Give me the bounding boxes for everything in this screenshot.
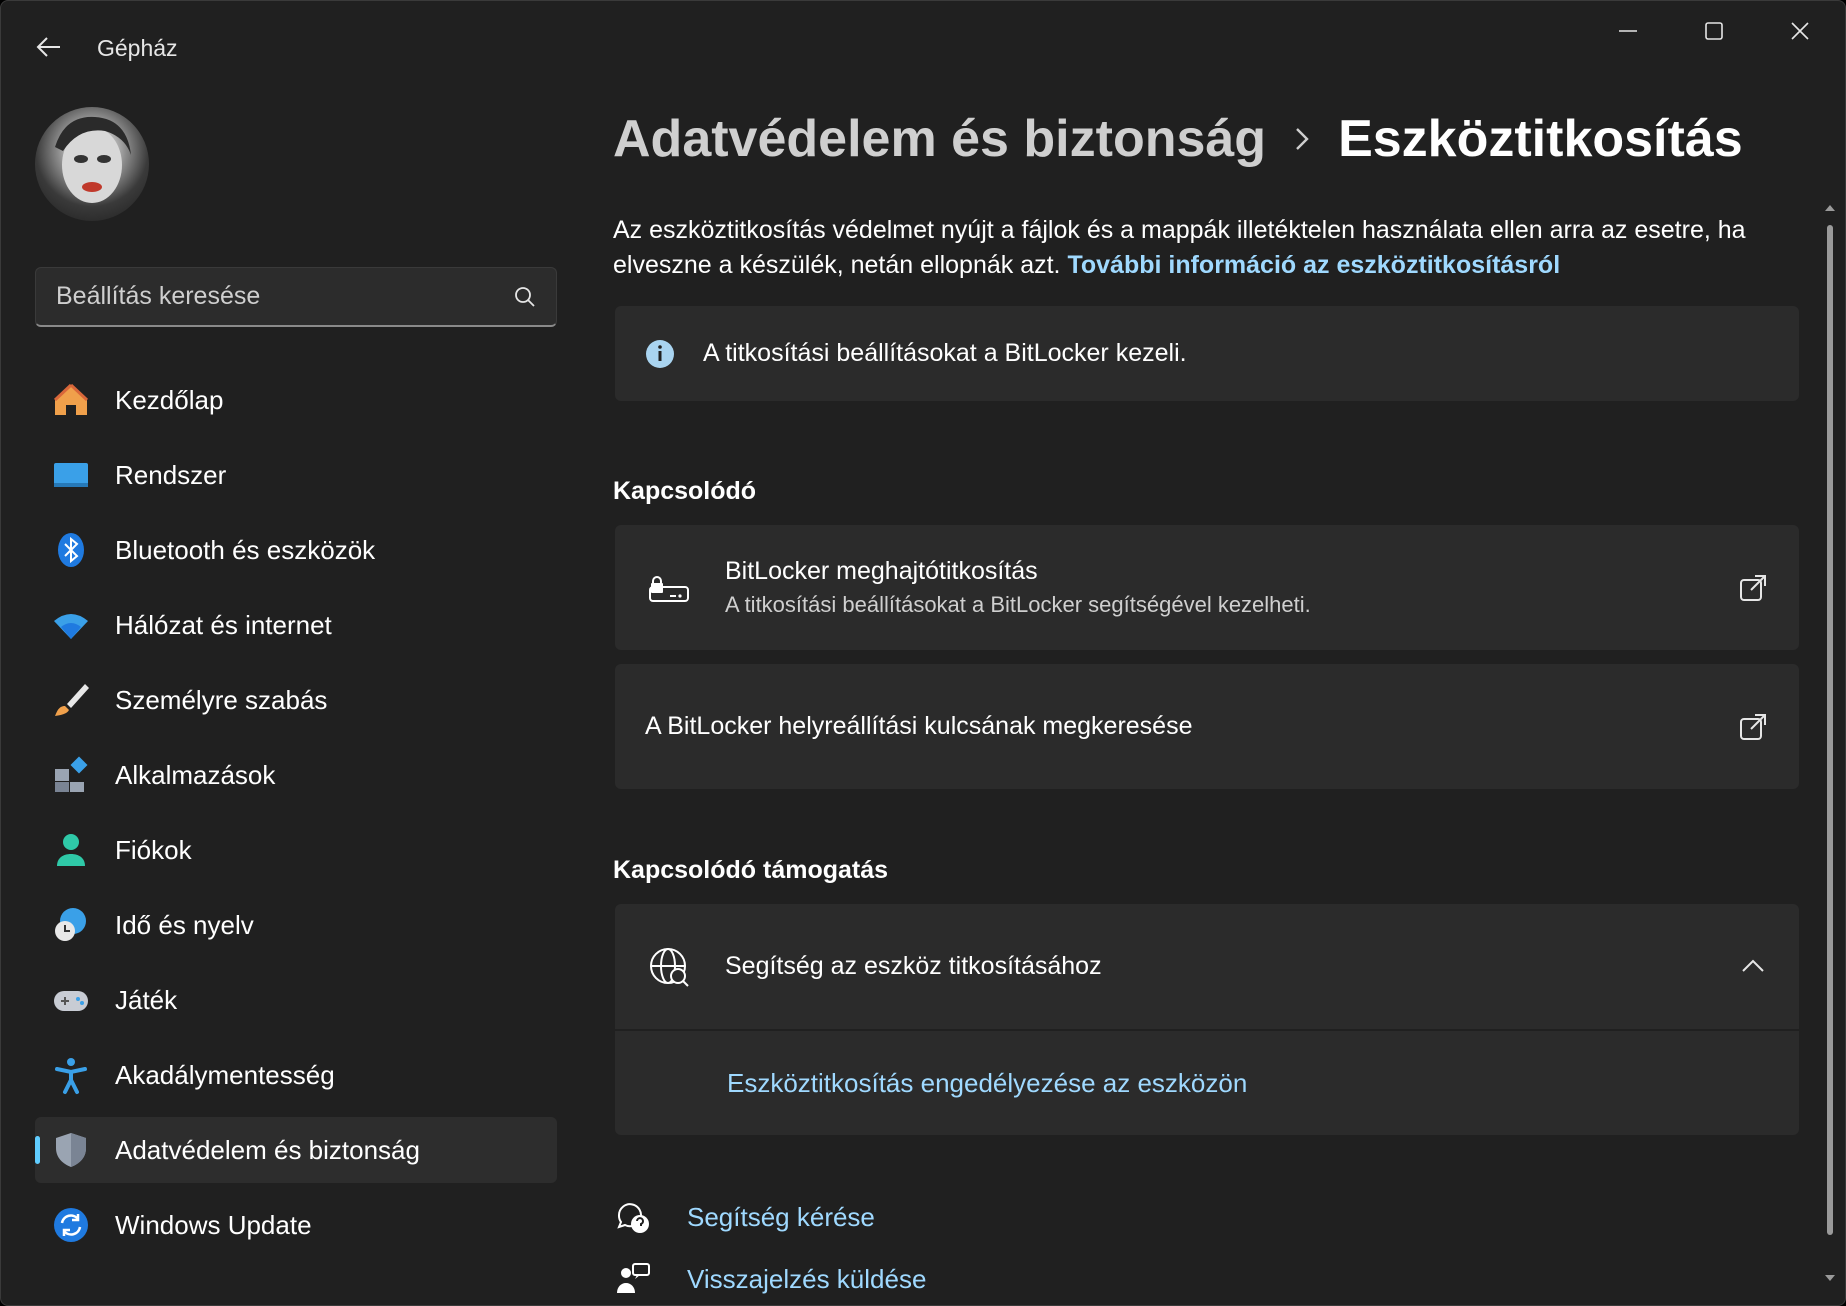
settings-window: Gépház Kezdőlap Rendszer <box>0 0 1846 1306</box>
sidebar-item-accessibility[interactable]: Akadálymentesség <box>35 1042 557 1108</box>
enable-encryption-link[interactable]: Eszköztitkosítás engedélyezése az eszköz… <box>727 1068 1247 1099</box>
sidebar-item-network[interactable]: Hálózat és internet <box>35 592 557 658</box>
search-input[interactable] <box>56 282 514 311</box>
external-link-icon <box>1740 574 1766 601</box>
maximize-icon <box>1705 22 1723 40</box>
related-section-title: Kapcsolódó <box>613 477 757 505</box>
chevron-up-icon[interactable] <box>1737 951 1769 983</box>
close-button[interactable] <box>1757 1 1843 61</box>
info-text: A titkosítási beállításokat a BitLocker … <box>703 339 1187 367</box>
page-description: Az eszköztitkosítás védelmet nyújt a fáj… <box>613 213 1793 283</box>
get-help-row[interactable]: Segítség kérése <box>613 1197 875 1237</box>
sidebar-item-personalization[interactable]: Személyre szabás <box>35 667 557 733</box>
recovery-key-card[interactable]: A BitLocker helyreállítási kulcsának meg… <box>615 664 1799 789</box>
bitlocker-subtitle: A titkosítási beállításokat a BitLocker … <box>725 592 1311 617</box>
sidebar-item-label: Adatvédelem és biztonság <box>115 1134 420 1165</box>
sidebar-item-label: Bluetooth és eszközök <box>115 534 376 565</box>
bitlocker-info-card: A titkosítási beállításokat a BitLocker … <box>615 306 1799 401</box>
breadcrumb: Adatvédelem és biztonság Eszköztitkosítá… <box>613 109 1743 169</box>
globe-clock-icon <box>55 908 86 941</box>
sidebar-nav: Kezdőlap Rendszer Bluetooth és eszközök … <box>35 367 557 1267</box>
back-button[interactable] <box>27 27 71 67</box>
sidebar-item-gaming[interactable]: Játék <box>35 967 557 1033</box>
chevron-right-icon <box>1296 128 1309 150</box>
vertical-scrollbar[interactable] <box>1823 201 1837 1301</box>
sidebar-item-home[interactable]: Kezdőlap <box>35 367 557 433</box>
person-icon <box>57 834 85 866</box>
bitlocker-text: BitLocker meghajtótitkosítás A titkosítá… <box>725 557 1311 618</box>
sidebar-item-label: Fiókok <box>115 834 192 865</box>
avatar-portrait-icon <box>55 116 131 203</box>
scroll-thumb[interactable] <box>1827 225 1833 1235</box>
drive-lock-icon <box>649 575 689 602</box>
update-icon <box>54 1208 88 1242</box>
recovery-key-title: A BitLocker helyreállítási kulcsának meg… <box>645 712 1193 740</box>
help-expander-content: Eszköztitkosítás engedélyezése az eszköz… <box>615 1031 1799 1135</box>
apps-icon <box>55 756 88 792</box>
device-encryption-help-expander[interactable]: Segítség az eszköz titkosításához <box>615 904 1799 1029</box>
feedback-row[interactable]: Visszajelzés küldése <box>613 1259 926 1299</box>
feedback-icon <box>617 1263 650 1293</box>
close-icon <box>1791 22 1809 40</box>
minimize-icon <box>1619 30 1637 32</box>
maximize-button[interactable] <box>1671 1 1757 61</box>
support-section-title: Kapcsolódó támogatás <box>613 856 889 884</box>
learn-more-link[interactable]: További információ az eszköztitkosításró… <box>1067 251 1560 279</box>
help-title: Segítség az eszköz titkosításához <box>725 952 1102 980</box>
accessibility-icon <box>55 1058 87 1094</box>
bitlocker-drive-encryption-card[interactable]: BitLocker meghajtótitkosítás A titkosítá… <box>615 525 1799 650</box>
app-title: Gépház <box>97 35 178 61</box>
feedback-link[interactable]: Visszajelzés küldése <box>687 1264 926 1295</box>
sidebar-item-apps[interactable]: Alkalmazások <box>35 742 557 808</box>
display-icon <box>54 463 88 487</box>
settings-search[interactable] <box>35 267 557 327</box>
search-icon[interactable] <box>514 286 536 308</box>
bitlocker-title: BitLocker meghajtótitkosítás <box>725 557 1038 585</box>
sidebar-item-label: Akadálymentesség <box>115 1059 335 1090</box>
breadcrumb-parent[interactable]: Adatvédelem és biztonság <box>613 109 1266 169</box>
sidebar-item-label: Személyre szabás <box>115 684 328 715</box>
sidebar-item-privacy-security[interactable]: Adatvédelem és biztonság <box>35 1117 557 1183</box>
external-link-icon <box>1740 713 1766 740</box>
sidebar-item-label: Rendszer <box>115 459 227 490</box>
brush-icon <box>55 684 89 716</box>
sidebar-item-label: Játék <box>115 984 178 1015</box>
globe-search-icon <box>650 947 689 987</box>
user-avatar[interactable] <box>35 107 149 221</box>
minimize-button[interactable] <box>1585 1 1671 61</box>
sidebar-item-label: Hálózat és internet <box>115 609 332 640</box>
sidebar-item-label: Kezdőlap <box>115 384 224 415</box>
sidebar-item-bluetooth[interactable]: Bluetooth és eszközök <box>35 517 557 583</box>
scroll-up-icon[interactable] <box>1823 201 1837 215</box>
sidebar-item-label: Windows Update <box>115 1209 312 1240</box>
shield-icon <box>56 1133 86 1167</box>
get-help-link[interactable]: Segítség kérése <box>687 1202 875 1233</box>
gamepad-icon <box>54 991 88 1011</box>
sidebar-item-system[interactable]: Rendszer <box>35 442 557 508</box>
back-arrow-icon <box>36 37 60 57</box>
sidebar-item-time-language[interactable]: Idő és nyelv <box>35 892 557 958</box>
title-bar: Gépház <box>1 1 1845 93</box>
info-icon <box>646 339 674 368</box>
wifi-icon <box>54 614 88 639</box>
sidebar-item-label: Idő és nyelv <box>115 909 254 940</box>
help-bubble-icon <box>617 1203 649 1233</box>
page-title: Eszköztitkosítás <box>1338 110 1743 168</box>
bluetooth-icon <box>58 533 84 567</box>
sidebar-item-accounts[interactable]: Fiókok <box>35 817 557 883</box>
home-icon <box>53 383 89 415</box>
sidebar-item-label: Alkalmazások <box>115 759 276 790</box>
sidebar-item-windows-update[interactable]: Windows Update <box>35 1192 557 1258</box>
scroll-down-icon[interactable] <box>1823 1271 1837 1285</box>
